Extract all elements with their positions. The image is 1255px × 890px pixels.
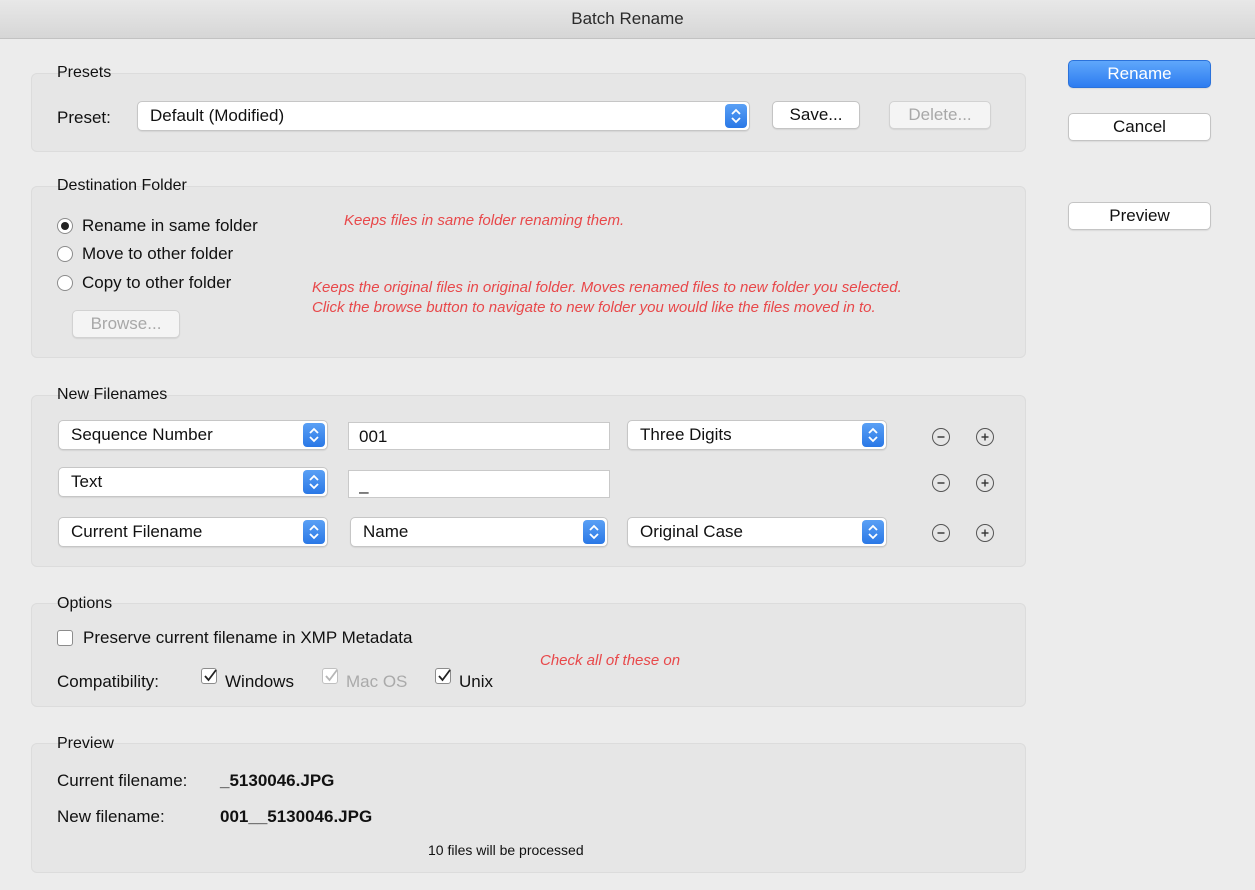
filename-component-value: Name xyxy=(363,522,409,541)
move-other-folder-radio[interactable] xyxy=(57,246,73,262)
unix-label: Unix xyxy=(459,672,494,691)
browse-button[interactable]: Browse... xyxy=(72,310,180,338)
preview-button[interactable]: Preview xyxy=(1068,202,1211,230)
preview-legend: Preview xyxy=(57,735,114,752)
filename-part-type-select[interactable]: Sequence Number xyxy=(58,420,328,450)
text-part-field[interactable] xyxy=(348,470,610,498)
move-other-folder-label: Move to other folder xyxy=(82,244,234,263)
compatibility-label: Compatibility: xyxy=(57,672,160,691)
add-row-icon[interactable] xyxy=(976,474,994,492)
filename-part-type-value: Text xyxy=(71,472,103,491)
presets-legend: Presets xyxy=(57,64,112,81)
new-filename-label: New filename: xyxy=(57,807,165,826)
case-select-value: Original Case xyxy=(640,522,743,541)
sequence-start-field[interactable] xyxy=(348,422,610,450)
copy-folder-note-line2: Click the browse button to navigate to n… xyxy=(312,299,876,316)
filename-part-type-value: Sequence Number xyxy=(71,425,213,444)
filename-component-select[interactable]: Name xyxy=(350,517,608,547)
current-filename-label: Current filename: xyxy=(57,771,188,790)
filename-part-type-select[interactable]: Text xyxy=(58,467,328,497)
windows-label: Windows xyxy=(225,672,294,691)
filename-part-type-value: Current Filename xyxy=(71,522,203,541)
chevron-updown-icon xyxy=(862,520,884,544)
remove-row-icon[interactable] xyxy=(932,428,950,446)
copy-other-folder-label: Copy to other folder xyxy=(82,273,232,292)
remove-row-icon[interactable] xyxy=(932,524,950,542)
compatibility-note: Check all of these on xyxy=(540,652,681,669)
save-preset-button[interactable]: Save... xyxy=(772,101,860,129)
cancel-button[interactable]: Cancel xyxy=(1068,113,1211,141)
options-group xyxy=(31,603,1026,707)
chevron-updown-icon xyxy=(303,470,325,494)
chevron-updown-icon xyxy=(583,520,605,544)
chevron-updown-icon xyxy=(303,520,325,544)
add-row-icon[interactable] xyxy=(976,428,994,446)
current-filename-value: _5130046.JPG xyxy=(220,771,335,790)
delete-preset-button[interactable]: Delete... xyxy=(889,101,991,129)
preset-select-value: Default (Modified) xyxy=(150,106,285,125)
files-count-text: 10 files will be processed xyxy=(428,842,584,858)
case-select[interactable]: Original Case xyxy=(627,517,887,547)
macos-label: Mac OS xyxy=(346,672,408,691)
chevron-updown-icon xyxy=(862,423,884,447)
preset-select[interactable]: Default (Modified) xyxy=(137,101,750,131)
rename-same-folder-radio[interactable] xyxy=(57,218,73,234)
rename-button[interactable]: Rename xyxy=(1068,60,1211,88)
preserve-xmp-checkbox[interactable] xyxy=(57,630,73,646)
new-filenames-legend: New Filenames xyxy=(57,386,168,403)
sequence-start-input[interactable] xyxy=(349,423,609,449)
remove-row-icon[interactable] xyxy=(932,474,950,492)
filename-part-type-select[interactable]: Current Filename xyxy=(58,517,328,547)
text-part-input[interactable] xyxy=(349,471,609,497)
copy-other-folder-radio[interactable] xyxy=(57,275,73,291)
digits-select[interactable]: Three Digits xyxy=(627,420,887,450)
options-legend: Options xyxy=(57,595,113,612)
digits-select-value: Three Digits xyxy=(640,425,732,444)
add-row-icon[interactable] xyxy=(976,524,994,542)
same-folder-note: Keeps files in same folder renaming them… xyxy=(344,212,625,229)
macos-checkbox xyxy=(322,668,338,684)
windows-checkbox[interactable] xyxy=(201,668,217,684)
chevron-updown-icon xyxy=(303,423,325,447)
rename-same-folder-label: Rename in same folder xyxy=(82,216,258,235)
destination-legend: Destination Folder xyxy=(57,177,187,194)
chevron-updown-icon xyxy=(725,104,747,128)
new-filename-value: 001__5130046.JPG xyxy=(220,807,373,826)
copy-folder-note-line1: Keeps the original files in original fol… xyxy=(312,279,902,296)
unix-checkbox[interactable] xyxy=(435,668,451,684)
preserve-xmp-label: Preserve current filename in XMP Metadat… xyxy=(83,628,413,647)
window-title: Batch Rename xyxy=(0,0,1255,39)
preset-label: Preset: xyxy=(57,108,111,127)
